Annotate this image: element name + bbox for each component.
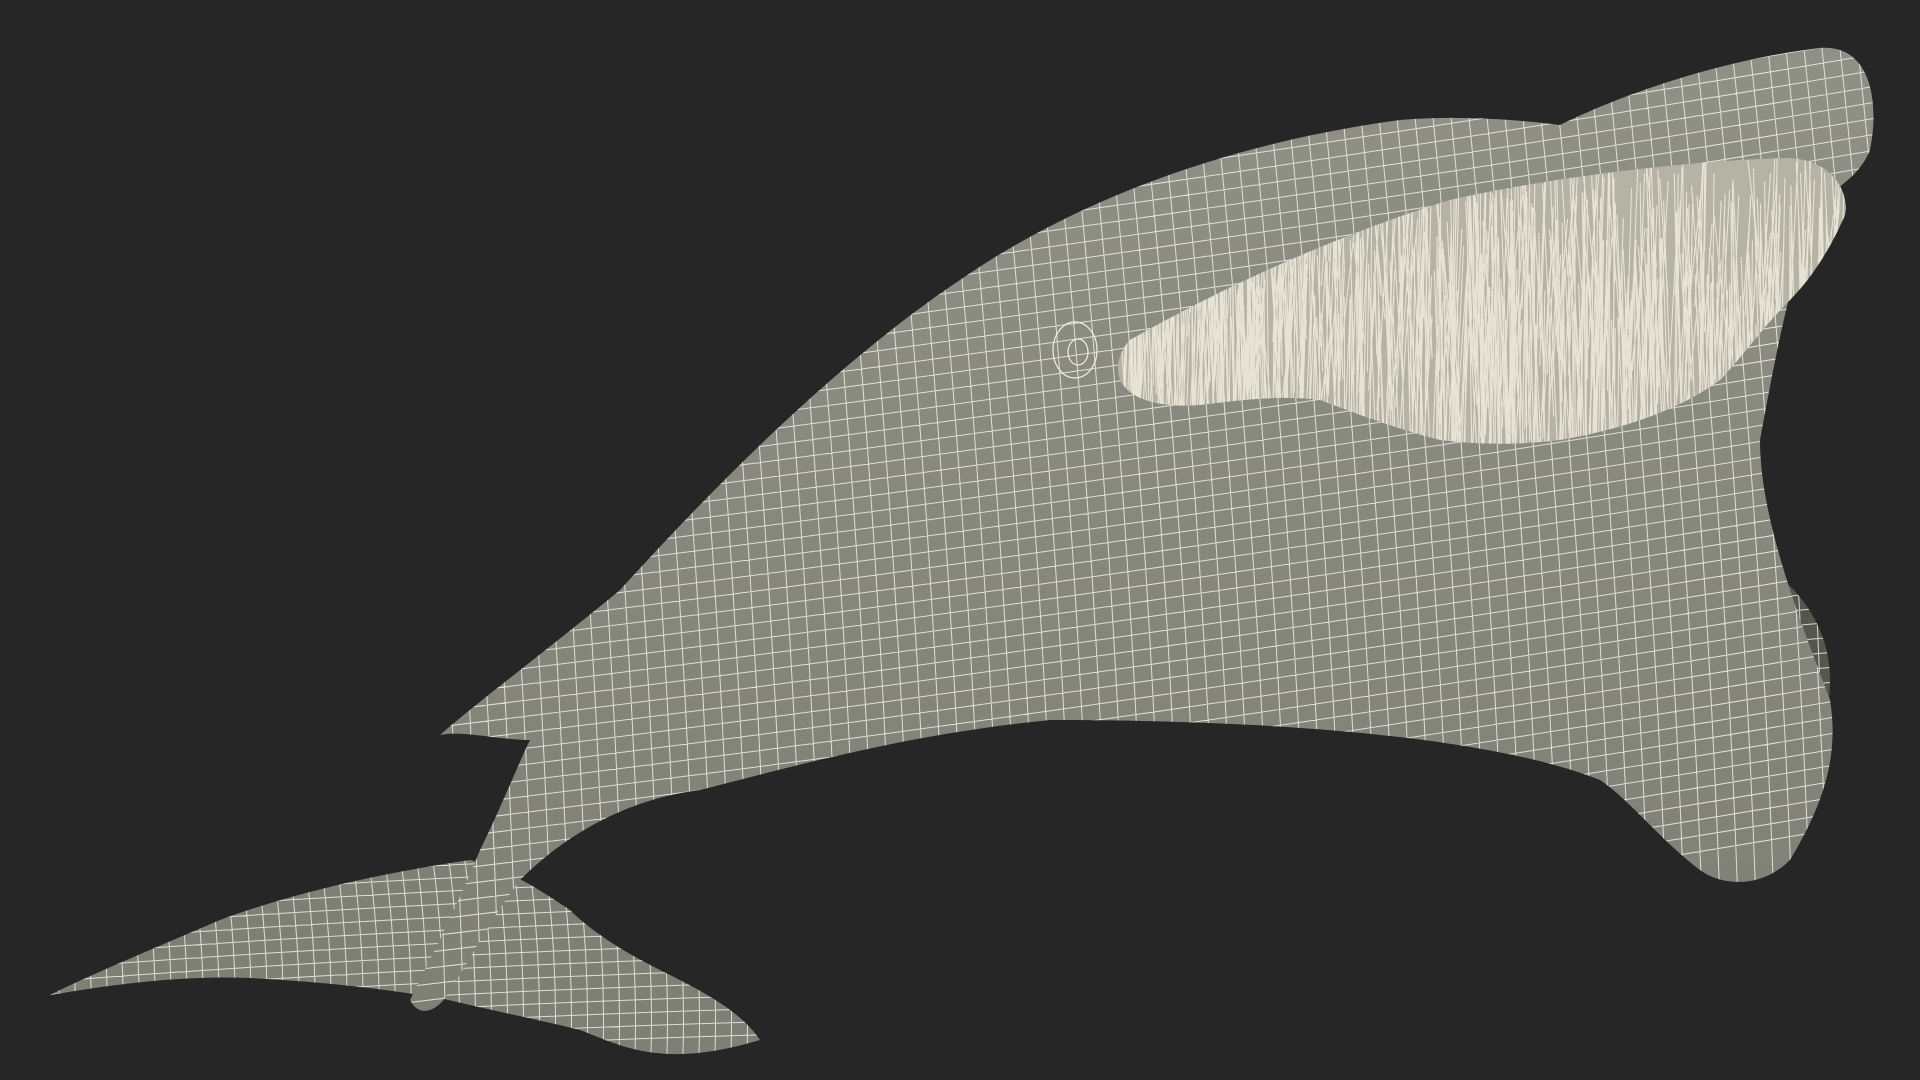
3d-viewport[interactable] <box>0 0 1920 1080</box>
whale-body <box>410 47 1874 1011</box>
whale-model-render[interactable] <box>0 0 1920 1080</box>
tail-fluke <box>50 860 760 1055</box>
